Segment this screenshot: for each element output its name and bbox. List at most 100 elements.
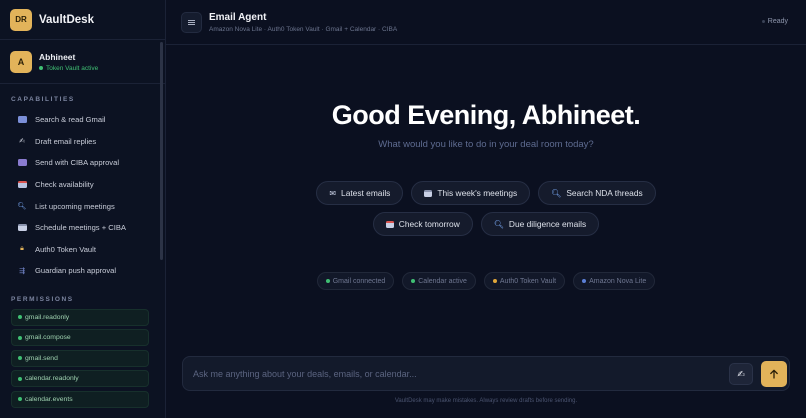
suggestions-row-1: ✉ Latest emails This week's meetings 🔍︎ … xyxy=(166,181,806,205)
permission-calendar-events: calendar.events xyxy=(11,390,149,408)
writing-hand-icon: ✍ xyxy=(19,138,25,146)
status-dot-icon xyxy=(325,279,330,283)
permission-label: calendar.readonly xyxy=(25,375,79,383)
suggestion-latest-emails[interactable]: ✉ Latest emails xyxy=(316,181,404,205)
chat-input[interactable] xyxy=(193,357,713,390)
integration-label: Gmail connected xyxy=(332,277,386,285)
integration-label: Auth0 Token Vault xyxy=(499,277,557,285)
integration-label: Amazon Nova Lite xyxy=(589,277,647,285)
magnifier-icon: 🔍︎ xyxy=(17,203,27,211)
status-dot-icon xyxy=(411,279,416,283)
suggestion-due-diligence[interactable]: 🔍︎ Due diligence emails xyxy=(480,212,600,236)
suggestion-label: Latest emails xyxy=(341,188,391,198)
greeting-title: Good Evening, Abhineet. xyxy=(331,100,641,130)
calendar-icon xyxy=(17,180,27,190)
permission-label: gmail.compose xyxy=(25,334,71,342)
calendar-icon xyxy=(424,189,433,197)
permission-label: gmail.readonly xyxy=(25,313,70,321)
capability-label: Search & read Gmail xyxy=(35,115,106,125)
phone-arrow-icon: ⇶ xyxy=(19,267,25,275)
capability-check-availability[interactable]: Check availability xyxy=(0,174,165,196)
brand-logo: DR xyxy=(10,8,32,31)
integration-nova-lite: Amazon Nova Lite xyxy=(573,272,656,290)
capability-label: Guardian push approval xyxy=(35,266,117,276)
status-dot-icon xyxy=(492,279,497,283)
integration-status-row: Gmail connected Calendar active Auth0 To… xyxy=(166,272,806,290)
page-subtitle: Amazon Nova Lite · Auth0 Token Vault · G… xyxy=(209,25,398,33)
status-indicator: Ready xyxy=(761,18,788,25)
brand-name: VaultDesk xyxy=(39,13,94,26)
capability-search-gmail[interactable]: Search & read Gmail xyxy=(0,109,165,131)
calendar-icon xyxy=(385,220,394,228)
suggestion-weeks-meetings[interactable]: This week's meetings xyxy=(411,181,531,205)
integration-token-vault: Auth0 Token Vault xyxy=(483,272,566,290)
capability-label: Send with CIBA approval xyxy=(35,158,120,168)
user-name: Abhineet xyxy=(39,51,76,62)
envelope-icon: ✉ xyxy=(329,188,337,198)
token-vault-status: Token Vault active xyxy=(39,65,98,72)
capability-label: Auth0 Token Vault xyxy=(35,244,96,254)
capability-label: Check availability xyxy=(35,180,94,190)
draft-reply-button[interactable]: ✍ xyxy=(729,363,753,385)
suggestion-label: This week's meetings xyxy=(437,188,518,198)
suggestion-label: Search NDA threads xyxy=(566,188,643,198)
brand: DR VaultDesk xyxy=(0,0,165,40)
suggestion-label: Check tomorrow xyxy=(398,219,460,229)
permission-dot-icon xyxy=(18,315,22,320)
magnifier-icon: 🔍︎ xyxy=(551,188,562,198)
integration-label: Calendar active xyxy=(418,277,467,285)
chat-composer: ✍ xyxy=(182,356,790,391)
permissions-title: PERMISSIONS xyxy=(11,295,74,303)
suggestion-label: Due diligence emails xyxy=(508,219,587,229)
status-dot-icon xyxy=(582,279,587,283)
user-status-label: Token Vault active xyxy=(46,64,99,72)
hamburger-icon xyxy=(188,19,195,25)
capability-list-meetings[interactable]: 🔍︎ List upcoming meetings xyxy=(0,195,165,217)
send-button[interactable] xyxy=(761,361,787,387)
permission-dot-icon xyxy=(18,356,22,361)
envelope-icon xyxy=(17,115,27,125)
capability-send-ciba[interactable]: Send with CIBA approval xyxy=(0,152,165,174)
capability-draft-replies[interactable]: ✍ Draft email replies xyxy=(0,131,165,153)
capability-token-vault[interactable]: 🔒︎ Auth0 Token Vault xyxy=(0,239,165,261)
user-card: A Abhineet Token Vault active xyxy=(0,40,165,84)
permission-gmail-send: gmail.send xyxy=(11,349,149,367)
integration-gmail: Gmail connected xyxy=(316,272,395,290)
permission-gmail-compose: gmail.compose xyxy=(11,329,149,347)
permission-dot-icon xyxy=(18,397,22,402)
sidebar-scrollbar[interactable] xyxy=(160,42,163,260)
writing-hand-icon: ✍ xyxy=(737,368,745,379)
permission-dot-icon xyxy=(18,335,22,340)
suggestion-check-tomorrow[interactable]: Check tomorrow xyxy=(372,212,473,236)
permission-gmail-readonly: gmail.readonly xyxy=(11,308,149,326)
capabilities-title: CAPABILITIES xyxy=(11,96,75,103)
capability-label: Draft email replies xyxy=(35,136,97,146)
main-panel: Email Agent Amazon Nova Lite · Auth0 Tok… xyxy=(166,0,806,418)
capability-schedule-meetings[interactable]: Schedule meetings + CIBA xyxy=(0,217,165,239)
app-root: DR VaultDesk A Abhineet Token Vault acti… xyxy=(0,0,806,418)
page-title: Email Agent xyxy=(209,11,267,23)
permission-label: calendar.events xyxy=(25,395,73,403)
integration-calendar: Calendar active xyxy=(402,272,476,290)
capability-label: List upcoming meetings xyxy=(35,201,115,211)
status-label: Ready xyxy=(767,18,788,25)
permission-label: gmail.send xyxy=(25,354,58,362)
suggestions-row-2: Check tomorrow 🔍︎ Due diligence emails xyxy=(166,212,806,236)
capability-guardian-push[interactable]: ⇶ Guardian push approval xyxy=(0,260,165,282)
permission-calendar-readonly: calendar.readonly xyxy=(11,370,149,388)
spiral-calendar-icon xyxy=(17,223,27,233)
arrow-up-icon xyxy=(770,369,778,379)
status-dot-icon xyxy=(761,20,765,23)
menu-toggle-button[interactable] xyxy=(181,11,202,33)
magnifier-icon: 🔍︎ xyxy=(493,219,504,229)
capabilities-list: Search & read Gmail ✍ Draft email replie… xyxy=(0,109,165,282)
ballot-box-icon xyxy=(17,158,27,168)
permissions-list: gmail.readonly gmail.compose gmail.send … xyxy=(0,308,165,408)
sidebar: DR VaultDesk A Abhineet Token Vault acti… xyxy=(0,0,166,418)
suggestion-search-nda[interactable]: 🔍︎ Search NDA threads xyxy=(538,181,656,205)
status-dot-icon xyxy=(39,66,43,70)
capability-label: Schedule meetings + CIBA xyxy=(35,223,126,233)
avatar: A xyxy=(10,50,32,73)
greeting-subtitle: What would you like to do in your deal r… xyxy=(378,139,594,150)
lock-icon: 🔒︎ xyxy=(20,245,24,253)
